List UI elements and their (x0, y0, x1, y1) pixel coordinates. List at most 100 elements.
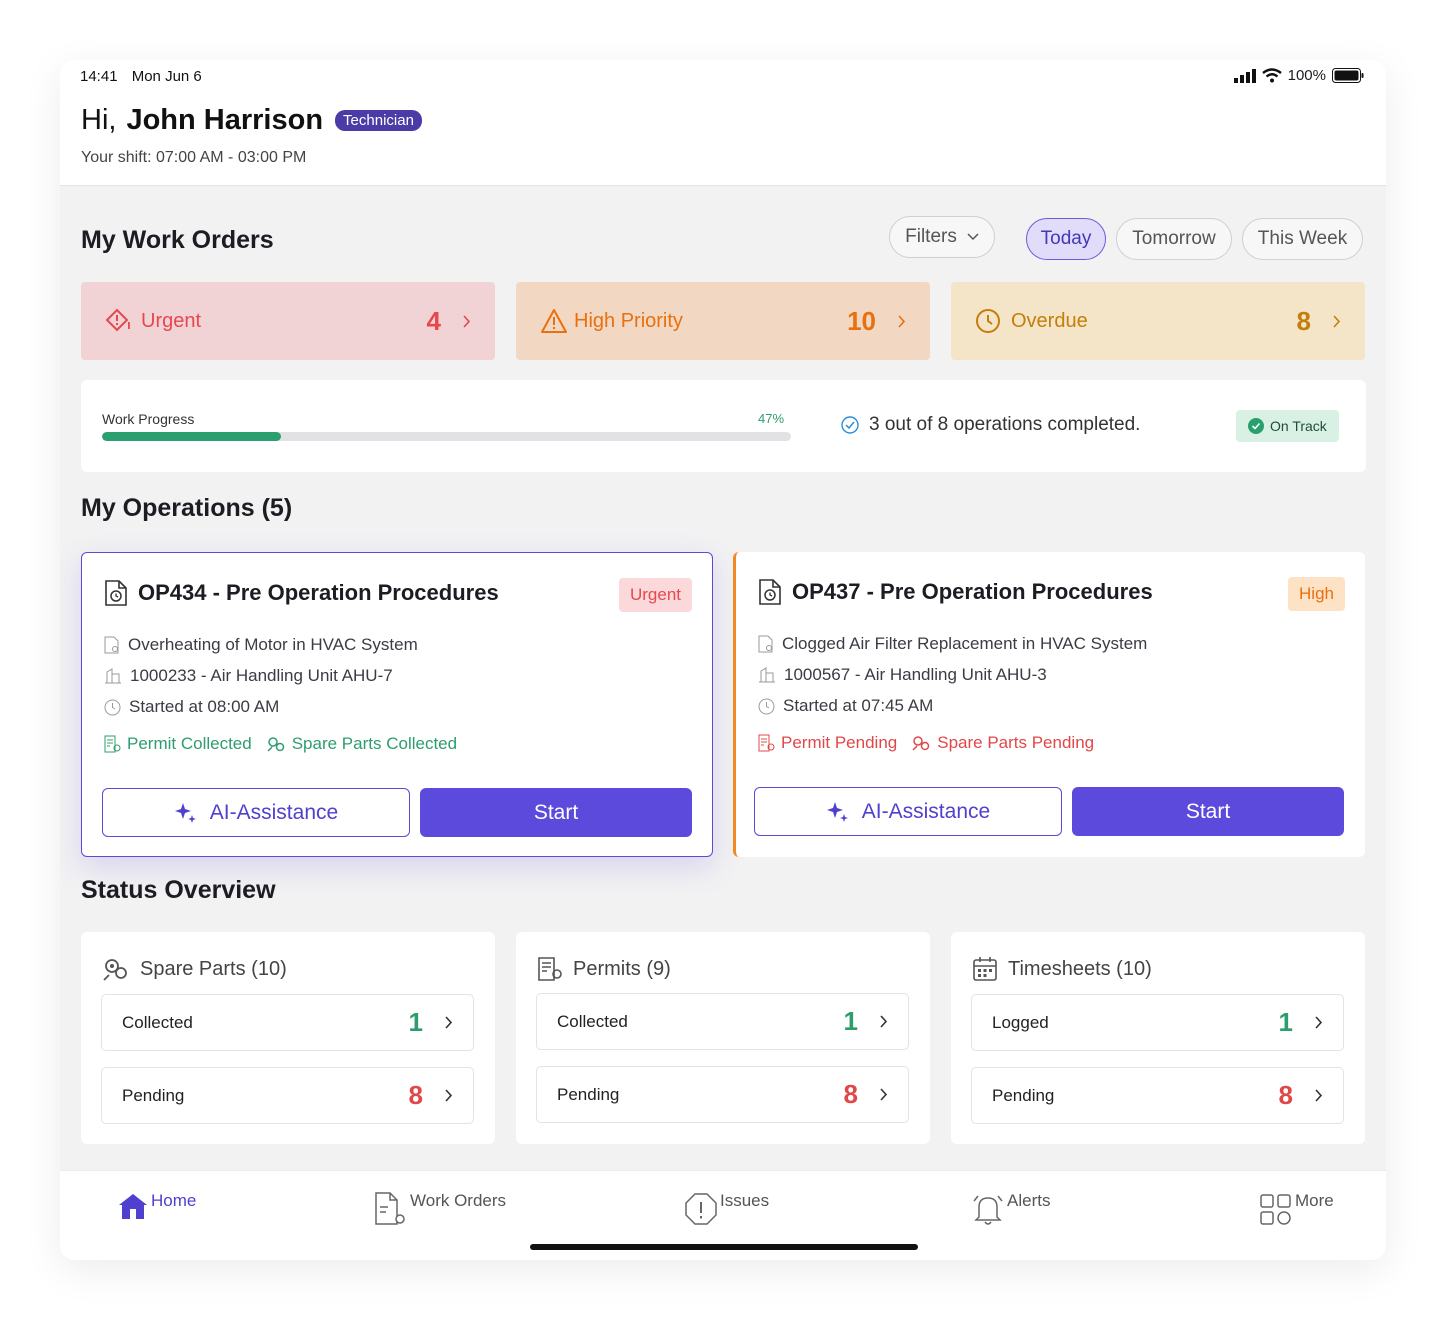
filters-button[interactable]: Filters (889, 216, 995, 258)
greeting: Hi, John Harrison Technician (81, 104, 422, 137)
permit-tag: Permit Collected (104, 734, 252, 754)
chevron-right-icon (898, 314, 906, 328)
start-button[interactable]: Start (1072, 787, 1344, 836)
operation-tags: Permit Pending Spare Parts Pending (758, 733, 1094, 753)
battery-percent: 100% (1287, 67, 1326, 84)
nav-alerts[interactable]: Alerts (971, 1191, 1050, 1227)
status-row[interactable]: Pending 8 (971, 1067, 1344, 1124)
nav-more[interactable]: More (1259, 1191, 1334, 1227)
chevron-right-icon (445, 1089, 453, 1102)
timesheets-card: Timesheets (10) Logged 1 Pending 8 (951, 932, 1365, 1144)
permit-tag: Permit Pending (758, 733, 897, 753)
period-today[interactable]: Today (1026, 218, 1106, 260)
sparkle-icon (826, 801, 848, 822)
status-bar-indicators: 100% (1233, 67, 1364, 84)
permits-card: Permits (9) Collected 1 Pending 8 (516, 932, 930, 1144)
operation-asset: 1000233 - Air Handling Unit AHU-7 (104, 666, 393, 686)
high-priority-card[interactable]: High Priority 10 (516, 282, 930, 360)
nav-issues-label: Issues (720, 1191, 770, 1210)
priority-badge: High (1288, 577, 1345, 611)
shift-info: Your shift: 07:00 AM - 03:00 PM (81, 149, 307, 166)
status-row[interactable]: Logged 1 (971, 994, 1344, 1051)
gears-icon (267, 737, 284, 752)
permit-icon (538, 957, 562, 981)
urgent-diamond-icon (105, 308, 130, 332)
timesheets-card-label: Timesheets (10) (1008, 957, 1152, 980)
status-badge-label: On Track (1270, 418, 1327, 434)
status-row[interactable]: Pending 8 (101, 1067, 474, 1124)
work-orders-title: My Work Orders (81, 226, 274, 254)
home-indicator (530, 1244, 918, 1250)
nav-issues[interactable]: Issues (684, 1191, 769, 1227)
status-overview-title: Status Overview (81, 876, 276, 904)
check-filled-icon (1248, 418, 1264, 434)
clock-icon (758, 698, 775, 714)
progress-percent: 47% (758, 411, 785, 426)
bottom-navigation: Home Work Orders Issues Alerts More (60, 1170, 1386, 1260)
status-row[interactable]: Pending 8 (536, 1066, 909, 1123)
status-row[interactable]: Collected 1 (536, 993, 909, 1050)
operation-card[interactable]: OP434 - Pre Operation Procedures Urgent … (81, 552, 713, 857)
gears-icon (912, 736, 930, 751)
priority-badge: Urgent (618, 578, 692, 612)
permits-card-title: Permits (9) (537, 956, 671, 982)
chevron-right-icon (880, 1088, 888, 1101)
operation-asset: 1000567 - Air Handling Unit AHU-3 (758, 665, 1047, 685)
machine-icon (759, 667, 775, 683)
role-badge: Technician (335, 110, 422, 131)
filters-label: Filters (905, 226, 957, 247)
overdue-label: Overdue (1011, 309, 1088, 332)
period-tomorrow[interactable]: Tomorrow (1116, 218, 1232, 260)
operations-summary-text: 3 out of 8 operations completed. (869, 414, 1141, 435)
grid-icon (1260, 1194, 1291, 1225)
document-gear-icon (758, 635, 773, 653)
document-clock-icon (759, 579, 781, 605)
operation-issue-text: Overheating of Motor in HVAC System (128, 635, 418, 654)
machine-icon (105, 668, 121, 684)
ai-assistance-button[interactable]: AI-Assistance (754, 787, 1062, 836)
status-row-value: 8 (843, 1079, 858, 1109)
spare-parts-tag: Spare Parts Collected (266, 734, 457, 754)
urgent-label: Urgent (141, 309, 202, 332)
nav-work-orders[interactable]: Work Orders (374, 1191, 506, 1227)
status-row-value: 8 (1278, 1080, 1293, 1110)
clock-time: 14:41 (80, 68, 118, 85)
chevron-right-icon (445, 1016, 453, 1029)
status-row[interactable]: Collected 1 (101, 994, 474, 1051)
operation-asset-text: 1000567 - Air Handling Unit AHU-3 (784, 665, 1047, 684)
nav-alerts-label: Alerts (1007, 1191, 1051, 1210)
overdue-count: 8 (1296, 305, 1311, 336)
start-button[interactable]: Start (420, 788, 692, 837)
signal-icon (1233, 68, 1256, 83)
user-name: John Harrison (126, 104, 324, 136)
clock-date: Mon Jun 6 (131, 68, 202, 85)
status-bar-time: 14:41 Mon Jun 6 (80, 68, 212, 85)
operation-start-text: Started at 07:45 AM (783, 696, 934, 715)
status-row-label: Pending (557, 1084, 620, 1104)
chevron-right-icon (1333, 314, 1341, 328)
status-badge: On Track (1236, 410, 1339, 442)
high-priority-count: 10 (847, 305, 876, 336)
operation-title: OP437 - Pre Operation Procedures (758, 578, 1153, 606)
permit-icon (104, 735, 121, 753)
urgent-card[interactable]: Urgent 4 (81, 282, 495, 360)
period-this-week[interactable]: This Week (1242, 218, 1363, 260)
greeting-hi: Hi, (81, 104, 117, 136)
high-priority-label: High Priority (574, 309, 683, 332)
status-row-label: Pending (992, 1085, 1055, 1105)
nav-work-orders-label: Work Orders (410, 1191, 507, 1210)
document-gear-icon (375, 1192, 405, 1225)
nav-home[interactable]: Home (117, 1191, 196, 1221)
operation-asset-text: 1000233 - Air Handling Unit AHU-7 (130, 666, 393, 685)
urgent-count: 4 (426, 305, 441, 336)
chevron-down-icon (967, 233, 979, 241)
operation-card[interactable]: OP437 - Pre Operation Procedures High Cl… (733, 552, 1365, 857)
battery-icon (1332, 68, 1364, 83)
spare-parts-card-title: Spare Parts (10) (102, 956, 287, 982)
overdue-card[interactable]: Overdue 8 (951, 282, 1365, 360)
ai-assistance-button[interactable]: AI-Assistance (102, 788, 410, 837)
operations-summary: 3 out of 8 operations completed. (841, 414, 1140, 436)
calendar-icon (973, 957, 997, 981)
permit-tag-label: Permit Pending (781, 733, 898, 752)
progress-label: Work Progress (102, 411, 195, 427)
